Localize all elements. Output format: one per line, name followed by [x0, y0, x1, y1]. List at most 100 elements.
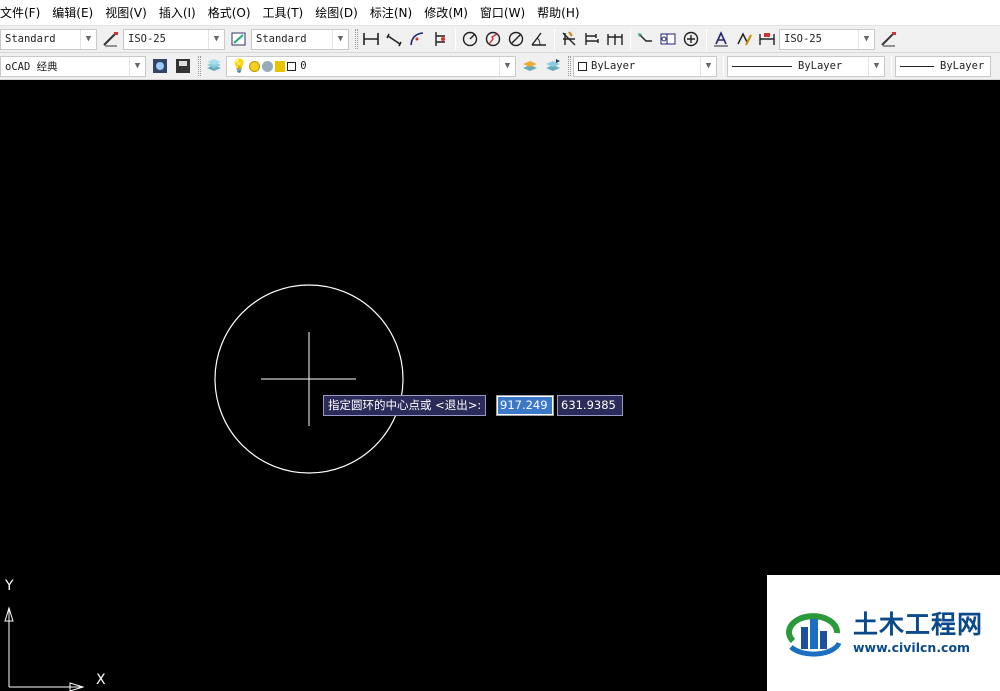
- color-combo[interactable]: ByLayer ▼: [573, 55, 717, 77]
- chevron-down-icon: ▼: [868, 56, 884, 76]
- dimension-update-icon: [759, 33, 775, 45]
- leader-button[interactable]: [634, 28, 656, 50]
- dim-text-edit-button[interactable]: [733, 28, 755, 50]
- arc-length-button[interactable]: [406, 28, 428, 50]
- viewport-icon: [262, 60, 274, 72]
- dim-style-control-combo[interactable]: ISO-25 ▼: [779, 28, 875, 50]
- watermark-url: www.civilcn.com: [853, 640, 971, 655]
- dimension-edit-icon: [714, 31, 728, 47]
- dimension-text-edit-icon: [737, 32, 752, 46]
- workspace-settings-button[interactable]: [149, 55, 171, 77]
- menu-window[interactable]: 窗口(W): [474, 0, 531, 25]
- dimension-style-button[interactable]: [878, 28, 900, 50]
- aligned-dim-button[interactable]: [383, 28, 405, 50]
- layer-properties-button[interactable]: [203, 55, 225, 77]
- table-style-combo[interactable]: Standard ▼: [251, 28, 349, 50]
- menu-edit[interactable]: 编辑(E): [46, 0, 99, 25]
- toolbar-separator: [723, 55, 724, 77]
- properties-toolbar: oCAD 经典 ▼ 💡 0 ▼ ByLayer ▼ ByLayer ▼ ByLa…: [0, 53, 1000, 80]
- dim-style-combo[interactable]: ISO-25 ▼: [123, 28, 225, 50]
- make-current-layer-button[interactable]: [519, 55, 541, 77]
- toolbar-separator: [706, 28, 707, 50]
- toolbar-grip[interactable]: [568, 56, 571, 76]
- menu-file[interactable]: 文件(F): [0, 0, 46, 25]
- color-value: ByLayer: [591, 60, 636, 72]
- sun-icon: [249, 60, 261, 72]
- toolbar-grip[interactable]: [355, 29, 358, 49]
- workspace-value: oCAD 经典: [5, 60, 58, 73]
- jogged-icon: [485, 31, 501, 47]
- layers-icon: [207, 59, 221, 71]
- layer-previous-button[interactable]: [542, 55, 564, 77]
- quick-dimension-icon: [562, 31, 576, 46]
- text-style-button[interactable]: [100, 28, 122, 50]
- quick-dim-button[interactable]: [558, 28, 580, 50]
- save-workspace-button[interactable]: [172, 55, 194, 77]
- x-coordinate-value: 917.249: [498, 397, 552, 414]
- dimension-style-icon: [881, 32, 896, 47]
- chevron-down-icon: ▼: [700, 56, 716, 76]
- linetype-preview: [732, 65, 792, 67]
- menu-dimension[interactable]: 标注(N): [364, 0, 418, 25]
- make-current-layer-icon: [523, 61, 537, 71]
- y-coordinate-input[interactable]: 631.9385: [557, 395, 623, 416]
- menu-tools[interactable]: 工具(T): [257, 0, 310, 25]
- diameter-dim-button[interactable]: [505, 28, 527, 50]
- jogged-dim-button[interactable]: [482, 28, 504, 50]
- menu-help[interactable]: 帮助(H): [531, 0, 585, 25]
- toolbar-separator: [455, 28, 456, 50]
- continue-dim-button[interactable]: [604, 28, 626, 50]
- ordinate-dim-button[interactable]: [429, 28, 451, 50]
- color-swatch-icon: [287, 61, 297, 71]
- baseline-dim-button[interactable]: [581, 28, 603, 50]
- layer-name: 0: [300, 60, 307, 72]
- color-swatch-icon: [578, 61, 587, 71]
- ordinate-dimension-icon: [435, 32, 445, 46]
- lineweight-combo[interactable]: ByLayer: [895, 55, 991, 77]
- center-mark-button[interactable]: [680, 28, 702, 50]
- chevron-down-icon: ▼: [858, 29, 874, 49]
- center-mark-icon: [683, 31, 699, 47]
- menu-draw[interactable]: 绘图(D): [309, 0, 364, 25]
- menu-format[interactable]: 格式(O): [202, 0, 257, 25]
- tolerance-button[interactable]: [657, 28, 679, 50]
- chevron-down-icon: ▼: [332, 29, 348, 49]
- site-watermark: 土木工程网 www.civilcn.com: [767, 575, 1000, 691]
- layer-combo[interactable]: 💡 0 ▼: [226, 55, 516, 77]
- lightbulb-icon: 💡: [231, 58, 248, 74]
- site-logo-icon: [786, 613, 842, 657]
- menu-insert[interactable]: 插入(I): [153, 0, 202, 25]
- menu-view[interactable]: 视图(V): [99, 0, 153, 25]
- dim-update-button[interactable]: [756, 28, 778, 50]
- workspace-settings-icon: [153, 59, 167, 73]
- menu-modify[interactable]: 修改(M): [418, 0, 474, 25]
- text-style-icon: [103, 32, 118, 47]
- ucs-icon: [4, 606, 85, 691]
- angular-icon: [531, 32, 546, 46]
- chevron-down-icon: ▼: [80, 29, 96, 49]
- baseline-icon: [585, 33, 599, 45]
- dynamic-input-prompt: 指定圆环的中心点或 <退出>:: [323, 395, 487, 416]
- x-coordinate-input[interactable]: 917.249: [496, 395, 554, 416]
- lineweight-value: ByLayer: [940, 60, 985, 72]
- aligned-dimension-icon: [386, 33, 402, 47]
- workspace-combo[interactable]: oCAD 经典 ▼: [0, 55, 146, 77]
- linetype-combo[interactable]: ByLayer ▼: [727, 55, 885, 77]
- chevron-down-icon: ▼: [129, 56, 145, 76]
- dim-edit-button[interactable]: [710, 28, 732, 50]
- radius-icon: [462, 31, 478, 47]
- text-style-combo[interactable]: Standard ▼: [0, 28, 97, 50]
- toolbar-grip[interactable]: [198, 56, 201, 76]
- radius-dim-button[interactable]: [459, 28, 481, 50]
- styles-toolbar: Standard ▼ ISO-25 ▼ Standard ▼ ISO-25 ▼: [0, 26, 1000, 53]
- table-style-icon: [231, 32, 246, 46]
- unlock-icon: [275, 60, 286, 72]
- linear-dim-button[interactable]: [360, 28, 382, 50]
- table-style-button[interactable]: [228, 28, 250, 50]
- angular-dim-button[interactable]: [528, 28, 550, 50]
- toolbar-separator: [630, 28, 631, 50]
- arc-length-icon: [410, 32, 424, 46]
- ucs-x-label: X: [96, 672, 106, 688]
- lineweight-preview: [900, 65, 934, 67]
- layer-previous-icon: [546, 59, 560, 71]
